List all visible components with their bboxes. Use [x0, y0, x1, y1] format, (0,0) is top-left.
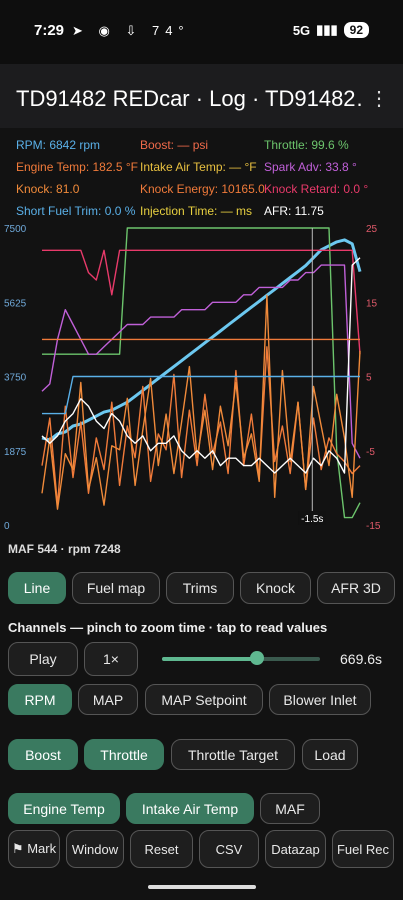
- readout-inj: Injection Time: — ms: [140, 204, 253, 218]
- timeline-slider[interactable]: [162, 651, 320, 665]
- view-tab-trims[interactable]: Trims: [166, 572, 234, 604]
- app-bar: TD91482 REDcar · Log · TD91482… ⋮: [0, 64, 403, 128]
- readout-boost: Boost: — psi: [140, 138, 209, 152]
- cursor-label: -1.5s: [301, 514, 323, 525]
- right-tick-label: -15: [366, 521, 381, 532]
- channel-chip-map[interactable]: MAP: [78, 684, 138, 715]
- battery-icon: 92: [343, 22, 369, 38]
- readout-stft: Short Fuel Trim: 0.0 %: [16, 204, 136, 218]
- channel-chip-maf[interactable]: MAF: [260, 793, 320, 824]
- status-right: 5G ▮▮▮ 92: [293, 22, 369, 38]
- readout-knock: Knock: 81.0: [16, 182, 80, 196]
- readout-engine_temp: Engine Temp: 182.5 °F: [16, 160, 138, 174]
- page-title: TD91482 REDcar · Log · TD91482…: [16, 86, 361, 111]
- timeline-fill: [162, 657, 257, 661]
- action-fuel-rec-button[interactable]: Fuel Rec: [332, 830, 394, 868]
- action-datazap-button[interactable]: Datazap: [265, 830, 326, 868]
- left-tick-label: 0: [4, 521, 10, 532]
- action-reset-button[interactable]: Reset: [130, 830, 193, 868]
- channel-chip-throttle-target[interactable]: Throttle Target: [171, 739, 295, 770]
- action-csv-button[interactable]: CSV: [199, 830, 259, 868]
- network-icon: 5G: [292, 22, 311, 38]
- gesture-bar: [148, 885, 256, 889]
- chart-footer: MAF 544 · rpm 7248: [8, 542, 121, 556]
- channels-hint: Channels — pinch to zoom time · tap to r…: [8, 620, 328, 635]
- channel-chip-rpm[interactable]: RPM: [8, 684, 72, 715]
- status-time: 7:29: [34, 22, 65, 39]
- action-window-button[interactable]: Window: [66, 830, 124, 868]
- signal-icon: ▮▮▮: [316, 22, 338, 37]
- left-tick-label: 7500: [4, 224, 27, 235]
- readout-iat: Intake Air Temp: — °F: [140, 160, 257, 174]
- status-bar: 7:29 ➤ ◉ ⇩ 74° 5G ▮▮▮ 92: [0, 0, 403, 64]
- log-chart[interactable]: 7500 5625 3750 1875 0 25 15 5 -5 -15 -1.5s: [0, 220, 403, 535]
- channel-chip-load[interactable]: Load: [302, 739, 358, 770]
- readout-knock_energy: Knock Energy: 10165.0: [140, 182, 265, 196]
- action-mark-button[interactable]: ⚑ Mark: [8, 830, 60, 868]
- view-tab-fuel-map[interactable]: Fuel map: [72, 572, 160, 604]
- readout-spark: Spark Adv: 33.8 °: [264, 160, 357, 174]
- view-tab-knock[interactable]: Knock: [240, 572, 311, 604]
- right-tick-label: 15: [366, 298, 378, 309]
- readout-throttle: Throttle: 99.6 %: [264, 138, 349, 152]
- channel-chip-throttle[interactable]: Throttle: [84, 739, 164, 770]
- readout-afr: AFR: 11.75: [264, 204, 324, 218]
- left-tick-label: 5625: [4, 298, 27, 309]
- play-button[interactable]: Play: [8, 642, 78, 676]
- more-vert-icon[interactable]: ⋮: [369, 86, 389, 111]
- readout-rpm: RPM: 6842 rpm: [16, 138, 101, 152]
- channel-chip-map-setpoint[interactable]: MAP Setpoint: [145, 684, 263, 715]
- right-tick-label: 5: [366, 373, 372, 384]
- channel-chip-engine-temp[interactable]: Engine Temp: [8, 793, 120, 824]
- right-tick-label: -5: [366, 447, 375, 458]
- right-tick-label: 25: [366, 224, 378, 235]
- speed-button[interactable]: 1×: [84, 642, 138, 676]
- status-icons: ➤ ◉ ⇩ 74°: [72, 23, 190, 38]
- channel-chip-boost[interactable]: Boost: [8, 739, 78, 770]
- left-tick-label: 3750: [4, 373, 27, 384]
- view-tab-afr-3d[interactable]: AFR 3D: [317, 572, 395, 604]
- left-tick-label: 1875: [4, 447, 27, 458]
- channel-chip-intake-air-temp[interactable]: Intake Air Temp: [126, 793, 254, 824]
- timeline-value: 669.6s: [340, 651, 383, 667]
- readout-knock_retard: Knock Retard: 0.0 °: [264, 182, 369, 196]
- timeline-thumb[interactable]: [249, 651, 264, 665]
- channel-chip-blower-inlet[interactable]: Blower Inlet: [269, 684, 371, 715]
- view-tab-line[interactable]: Line: [8, 572, 66, 604]
